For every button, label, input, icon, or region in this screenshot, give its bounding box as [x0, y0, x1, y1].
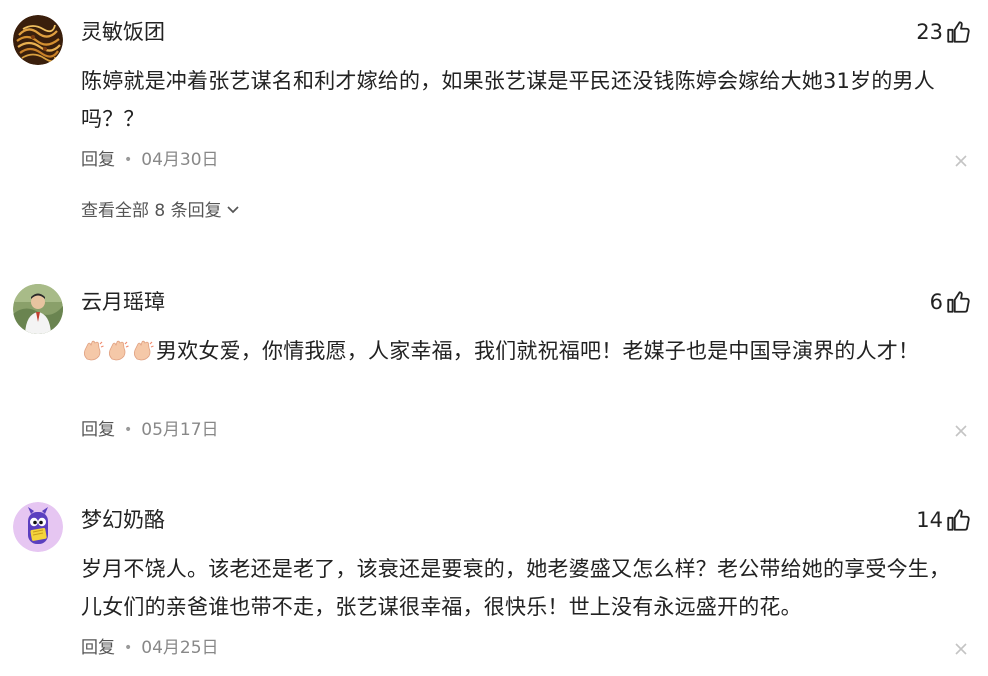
clapping-hands-icon: [131, 339, 156, 363]
reply-button[interactable]: 回复: [81, 418, 115, 442]
comment-date: 04月25日: [141, 638, 219, 658]
clapping-hands-icon: [81, 339, 106, 363]
close-icon[interactable]: [954, 424, 968, 438]
chevron-down-icon: [226, 199, 240, 223]
comment-text-body: 男欢女爱，你情我愿，人家幸福，我们就祝福吧！老媒子也是中国导演界的人才！: [156, 339, 920, 363]
comment-item: 灵敏饭团 23 陈婷就是冲着张艺谋名和利才嫁给的，如果张艺谋是平民还没钱陈婷会嫁…: [0, 0, 988, 250]
separator-dot: •: [124, 422, 133, 438]
avatar[interactable]: [13, 284, 63, 334]
comment-meta: 回复 • 05月17日: [81, 418, 219, 442]
view-all-replies-button[interactable]: 查看全部 8 条回复: [81, 199, 240, 223]
reply-button[interactable]: 回复: [81, 148, 115, 172]
like-count: 14: [916, 508, 943, 532]
like-button[interactable]: 14: [916, 505, 971, 535]
comment-meta: 回复 • 04月30日: [81, 148, 219, 172]
view-replies-label: 查看全部 8 条回复: [81, 201, 222, 221]
comment-text: 岁月不饶人。该老还是老了，该衰还是要衰的，她老婆盛又怎么样？老公带给她的享受今生…: [81, 557, 951, 619]
comment-meta: 回复 • 04月25日: [81, 636, 219, 660]
comment-date: 05月17日: [141, 420, 219, 440]
thumbs-up-icon[interactable]: [945, 289, 971, 315]
clapping-hands-icon: [106, 339, 131, 363]
separator-dot: •: [124, 640, 133, 656]
thumbs-up-icon[interactable]: [945, 19, 971, 45]
separator-dot: •: [124, 152, 133, 168]
comment-item: 梦幻奶酪 14 岁月不饶人。该老还是老了，该衰还是要衰的，她老婆盛又怎么样？老公…: [0, 488, 988, 676]
username[interactable]: 梦幻奶酪: [81, 506, 165, 534]
like-count: 23: [916, 20, 943, 44]
username[interactable]: 云月瑶璋: [81, 288, 165, 316]
close-icon[interactable]: [954, 642, 968, 656]
reply-button[interactable]: 回复: [81, 636, 115, 660]
avatar[interactable]: [13, 502, 63, 552]
thumbs-up-icon[interactable]: [945, 507, 971, 533]
like-button[interactable]: 6: [930, 287, 971, 317]
comment-date: 04月30日: [141, 150, 219, 170]
avatar[interactable]: [13, 15, 63, 65]
like-count: 6: [929, 290, 943, 314]
comment-text: 男欢女爱，你情我愿，人家幸福，我们就祝福吧！老媒子也是中国导演界的人才！: [81, 332, 971, 370]
close-icon[interactable]: [954, 154, 968, 168]
comment-text: 陈婷就是冲着张艺谋名和利才嫁给的，如果张艺谋是平民还没钱陈婷会嫁给大她31岁的男…: [81, 69, 935, 131]
comment-item: 云月瑶璋 6 男欢女爱，你情我愿，人家幸福，我们就祝福吧！老媒子也是中国导演界的…: [0, 270, 988, 470]
like-button[interactable]: 23: [916, 17, 971, 47]
username[interactable]: 灵敏饭团: [81, 18, 165, 46]
